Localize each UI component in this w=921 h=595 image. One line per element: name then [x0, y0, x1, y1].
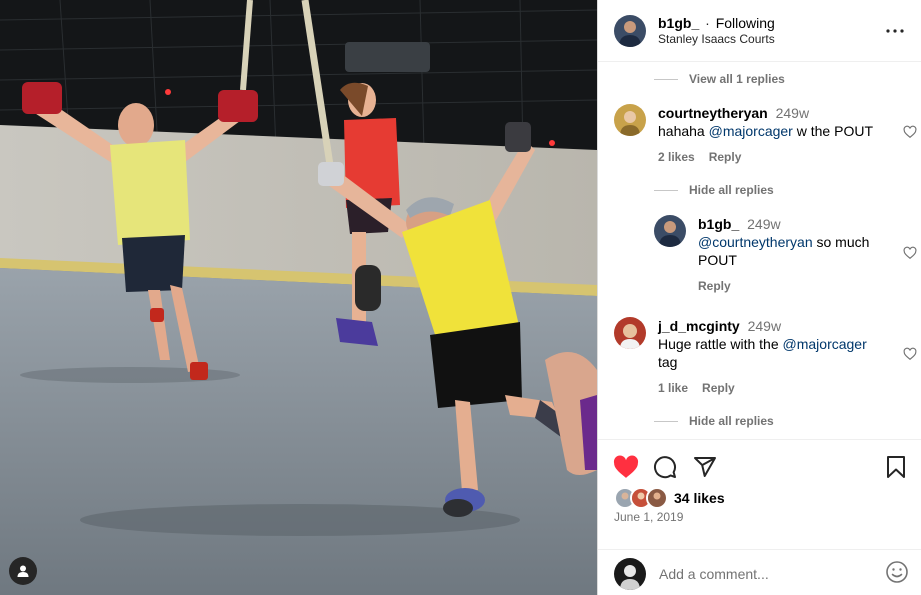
comment-like-button[interactable] [903, 347, 917, 364]
comment-item: j_d_mcginty 249w Huge rattle with the @m… [614, 317, 914, 397]
share-icon [694, 457, 716, 477]
like-button[interactable] [613, 455, 639, 482]
commenter-avatar-image [614, 104, 646, 136]
share-button[interactable] [693, 455, 717, 482]
comment-text: hahaha @majorcager w the POUT [658, 122, 873, 140]
emoji-icon [886, 561, 908, 583]
comment-text-line2: tag [658, 354, 678, 370]
reply-button[interactable]: Reply [698, 277, 731, 295]
hide-replies-button[interactable]: Hide all replies [654, 414, 774, 428]
commenter-avatar[interactable] [614, 317, 646, 349]
comment-header: j_d_mcginty 249w [658, 317, 867, 335]
post-location[interactable]: Stanley Isaacs Courts [658, 31, 883, 47]
header-title-line: b1gb_ · Following [658, 15, 883, 31]
hockey-photo [0, 0, 597, 595]
comment-body: j_d_mcginty 249w Huge rattle with the @m… [658, 317, 867, 397]
comment-text-start: hahaha [658, 123, 705, 139]
comment-likes-link[interactable]: 2 likes [658, 148, 695, 166]
reply-button[interactable]: Reply [709, 148, 742, 166]
viewer-avatar [614, 557, 646, 590]
author-avatar-image [614, 14, 646, 47]
mention-link[interactable]: @majorcager [783, 336, 867, 352]
comment-text-start: Huge rattle with the [658, 336, 779, 352]
reply-button[interactable]: Reply [702, 379, 735, 397]
comment-text-end: w the POUT [796, 123, 873, 139]
heart-outline-icon [903, 347, 917, 360]
comment-item: courtneytheryan 249w hahaha @majorcager … [614, 104, 914, 166]
post-viewer: b1gb_ · Following Stanley Isaacs Courts … [0, 0, 921, 595]
save-button[interactable] [885, 455, 907, 482]
comment-header: courtneytheryan 249w [658, 104, 873, 122]
comment-text: Huge rattle with the @majorcager [658, 335, 867, 353]
commenter-avatar-image [614, 317, 646, 349]
replies-divider-line [654, 78, 678, 80]
comment-likes-link[interactable]: 1 like [658, 379, 688, 397]
more-options-button[interactable] [883, 19, 907, 43]
reply-time[interactable]: 249w [747, 216, 780, 232]
comment-meta: 1 like Reply [658, 379, 867, 397]
follow-status-button[interactable]: Following [716, 15, 775, 31]
more-icon [886, 28, 904, 33]
comment-button[interactable] [653, 455, 677, 482]
liker-avatar [646, 487, 668, 509]
comment-icon [654, 456, 676, 479]
hide-replies-label: Hide all replies [689, 183, 774, 197]
reply-item: b1gb_ 249w @courtneytheryan so much POUT… [654, 215, 904, 295]
reply-text-line2: POUT [698, 252, 737, 268]
heart-filled-icon [613, 455, 639, 478]
replier-avatar-image [654, 215, 686, 247]
post-date[interactable]: June 1, 2019 [614, 510, 683, 524]
replies-divider-line [654, 420, 678, 422]
hide-replies-label: Hide all replies [689, 414, 774, 428]
comment-list[interactable]: View all 1 replies courtneytheryan 249w [598, 62, 921, 439]
bookmark-icon [887, 456, 905, 478]
comment-time[interactable]: 249w [748, 318, 781, 334]
heart-outline-icon [903, 125, 917, 138]
heart-outline-icon [903, 246, 917, 259]
reply-header: b1gb_ 249w [698, 215, 869, 233]
likes-count-link[interactable]: 34 likes [674, 490, 725, 506]
add-comment-bar [598, 549, 921, 595]
comment-meta: 2 likes Reply [658, 148, 873, 166]
author-username[interactable]: b1gb_ [658, 15, 699, 31]
add-comment-input[interactable] [659, 565, 885, 582]
replies-divider-line [654, 189, 678, 191]
user-tag-icon [17, 565, 29, 577]
likes-summary: 34 likes [614, 487, 725, 509]
replier-username[interactable]: b1gb_ [698, 216, 739, 232]
view-replies-label: View all 1 replies [689, 72, 785, 86]
view-replies-button[interactable]: View all 1 replies [654, 72, 785, 86]
reply-like-button[interactable] [903, 246, 917, 263]
post-photo[interactable] [0, 0, 597, 595]
post-header: b1gb_ · Following Stanley Isaacs Courts [598, 0, 921, 62]
commenter-avatar[interactable] [614, 104, 646, 136]
reply-body: b1gb_ 249w @courtneytheryan so much POUT… [698, 215, 869, 295]
commenter-username[interactable]: j_d_mcginty [658, 318, 740, 334]
tagged-users-button[interactable] [9, 557, 37, 585]
comment-body: courtneytheryan 249w hahaha @majorcager … [658, 104, 873, 166]
header-text: b1gb_ · Following Stanley Isaacs Courts [658, 15, 883, 47]
post-actions: 34 likes June 1, 2019 [598, 439, 921, 595]
comment-like-button[interactable] [903, 125, 917, 142]
reply-meta: Reply [698, 277, 869, 295]
comment-time[interactable]: 249w [776, 105, 809, 121]
author-avatar[interactable] [614, 14, 646, 47]
header-separator: · [705, 14, 710, 31]
viewer-avatar-image [614, 557, 646, 590]
emoji-button[interactable] [885, 560, 909, 587]
replier-avatar[interactable] [654, 215, 686, 247]
reply-text-end: so much [816, 234, 870, 250]
commenter-username[interactable]: courtneytheryan [658, 105, 768, 121]
mention-link[interactable]: @majorcager [709, 123, 793, 139]
reply-text: @courtneytheryan so much [698, 233, 869, 251]
hide-replies-button[interactable]: Hide all replies [654, 183, 774, 197]
post-side-panel: b1gb_ · Following Stanley Isaacs Courts … [597, 0, 921, 595]
mention-link[interactable]: @courtneytheryan [698, 234, 813, 250]
